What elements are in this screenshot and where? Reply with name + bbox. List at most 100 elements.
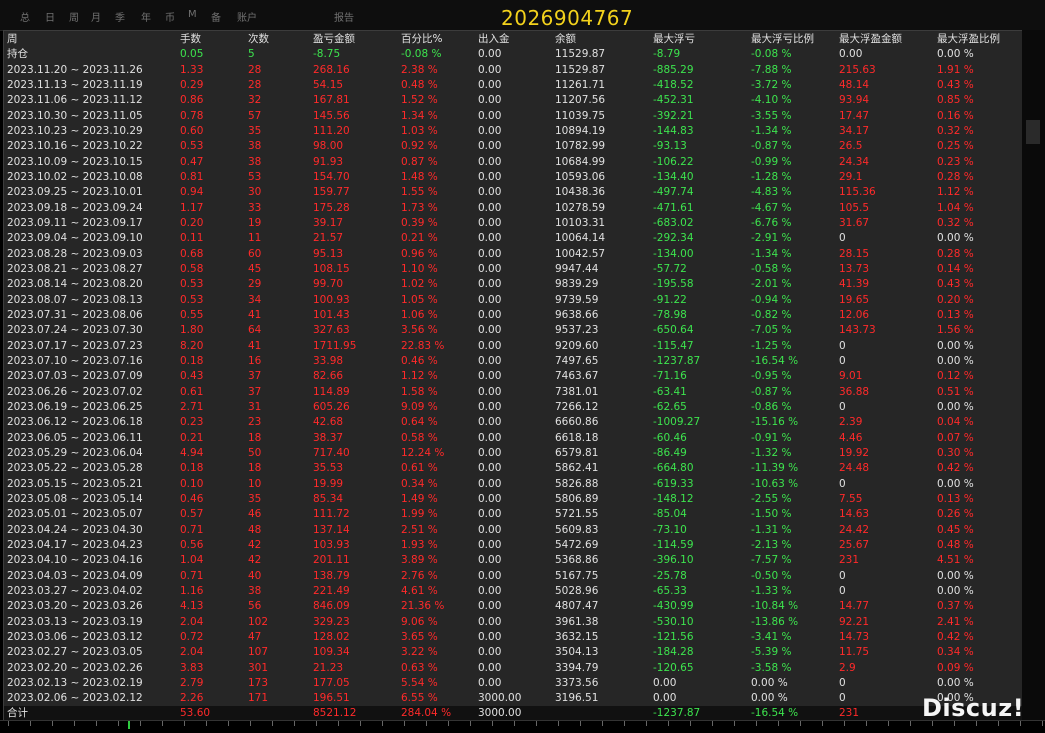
cell-deposit: 0.00 [478, 631, 502, 643]
toolbar-tab[interactable]: 月 [91, 9, 101, 24]
cell-max-float-profit-pct: 0.00 % [937, 478, 974, 490]
cell-deposit: 0.00 [478, 370, 502, 382]
cell-pnl: 108.15 [313, 263, 350, 275]
cell-week: 2023.03.06 ~ 2023.03.12 [7, 631, 143, 643]
cell-balance: 3394.79 [555, 662, 599, 674]
cell-pct: 0.34 % [401, 478, 438, 490]
ruler-tick [734, 721, 735, 726]
table-header[interactable]: 周 手数 次数 盈亏金额 百分比% 出入金 余额 最大浮亏 最大浮亏比例 最大浮盈金额 最大浮盈比例 [4, 32, 1022, 47]
cell-max-float-profit: 9.01 [839, 370, 863, 382]
cell-balance: 7266.12 [555, 401, 599, 413]
ruler-tick [96, 721, 97, 726]
cell-max-float-profit-pct: 0.09 % [937, 662, 974, 674]
cell-lots: 0.18 [180, 355, 204, 367]
cell-lots: 0.53 [180, 140, 204, 152]
column-header-deposit[interactable]: 出入金 [478, 32, 510, 47]
cell-trades: 16 [248, 355, 262, 367]
cell-balance: 11529.87 [555, 48, 606, 61]
cell-lots: 0.18 [180, 462, 204, 474]
column-header-pnl[interactable]: 盈亏金额 [313, 32, 355, 47]
cell-pct: 1.48 % [401, 171, 438, 183]
cell-lots: 8.20 [180, 340, 204, 352]
cell-trades: 60 [248, 248, 262, 260]
table-row: 2023.08.21 ~ 2023.08.27 0.58 45 108.15 1.10 … [4, 262, 1022, 277]
table-row: 2023.04.24 ~ 2023.04.30 0.71 48 137.14 2.51 … [4, 523, 1022, 538]
table-row: 2023.07.24 ~ 2023.07.30 1.80 64 327.63 3.56 … [4, 323, 1022, 338]
cell-max-dd: -134.00 [653, 248, 694, 260]
column-header-max-float-profit[interactable]: 最大浮盈金额 [839, 32, 902, 47]
cell-max-dd-pct: -16.54 % [751, 355, 799, 367]
cell-deposit: 3000.00 [478, 707, 522, 719]
toolbar-tab[interactable]: 币 [165, 9, 175, 24]
cell-max-float-profit: 2.9 [839, 662, 856, 674]
toolbar-tab[interactable]: 日 [45, 9, 55, 24]
column-header-max-float-profit-pct[interactable]: 最大浮盈比例 [937, 32, 1000, 47]
table-row: 2023.07.31 ~ 2023.08.06 0.55 41 101.43 1.06 … [4, 308, 1022, 323]
cell-max-dd: -430.99 [653, 600, 694, 612]
cell-week: 2023.08.28 ~ 2023.09.03 [7, 248, 143, 260]
discuz-logo: Discuz! [922, 694, 1025, 722]
cell-max-dd: -121.56 [653, 631, 694, 643]
cell-max-dd-pct: -3.55 % [751, 110, 792, 122]
cell-deposit: 3000.00 [478, 692, 522, 704]
cell-pnl: 85.34 [313, 493, 344, 505]
column-header-trades[interactable]: 次数 [248, 32, 269, 47]
column-header-balance[interactable]: 余额 [555, 32, 576, 47]
cell-deposit: 0.00 [478, 570, 502, 582]
toolbar-tab[interactable]: 备 [211, 9, 221, 24]
cell-trades: 64 [248, 324, 262, 336]
toolbar-tab[interactable]: 账户 [237, 9, 257, 24]
cell-deposit: 0.00 [478, 309, 502, 321]
cell-pct: 5.54 % [401, 677, 438, 689]
cell-max-float-profit: 0 [839, 692, 846, 704]
cell-max-dd: -885.29 [653, 64, 694, 76]
toolbar-tab[interactable]: 总 [20, 9, 30, 24]
cell-pnl: 145.56 [313, 110, 350, 122]
cell-balance: 10103.31 [555, 217, 606, 229]
cell-deposit: 0.00 [478, 524, 502, 536]
table-row: 2023.05.08 ~ 2023.05.14 0.46 35 85.34 1.49 %… [4, 492, 1022, 507]
scrollbar-thumb[interactable] [1026, 120, 1040, 144]
cell-week: 2023.06.12 ~ 2023.06.18 [7, 416, 143, 428]
cell-deposit: 0.00 [478, 248, 502, 260]
table-row: 2023.10.23 ~ 2023.10.29 0.60 35 111.20 1.03 … [4, 124, 1022, 139]
ruler-tick [382, 721, 383, 726]
cell-max-float-profit-pct: 0.37 % [937, 600, 974, 612]
ruler-tick [250, 721, 251, 726]
toolbar-tab[interactable]: 季 [115, 9, 125, 24]
cell-lots: 0.68 [180, 248, 204, 260]
cell-week: 2023.10.02 ~ 2023.10.08 [7, 171, 143, 183]
table-row: 2023.08.28 ~ 2023.09.03 0.68 60 95.13 0.96 %… [4, 247, 1022, 262]
toolbar-tab[interactable]: 周 [69, 9, 79, 24]
cell-deposit: 0.00 [478, 478, 502, 490]
toolbar-tab[interactable]: M [188, 9, 197, 20]
cell-max-dd: -73.10 [653, 524, 687, 536]
cell-lots: 0.71 [180, 524, 204, 536]
column-header-max-dd-pct[interactable]: 最大浮亏比例 [751, 32, 814, 47]
cell-deposit: 0.00 [478, 324, 502, 336]
ruler-tick [888, 721, 889, 726]
column-header-lots[interactable]: 手数 [180, 32, 201, 47]
column-header-week[interactable]: 周 [7, 32, 18, 47]
column-header-pct[interactable]: 百分比% [401, 32, 442, 47]
cell-max-float-profit-pct: 0.34 % [937, 646, 974, 658]
cell-balance: 10438.36 [555, 186, 606, 198]
cell-trades: 56 [248, 600, 262, 612]
cell-max-float-profit: 41.39 [839, 278, 870, 290]
cell-deposit: 0.00 [478, 600, 502, 612]
column-header-max-dd[interactable]: 最大浮亏 [653, 32, 695, 47]
cell-lots: 0.20 [180, 217, 204, 229]
cell-pct: 9.09 % [401, 401, 438, 413]
cell-pnl: 177.05 [313, 677, 350, 689]
toolbar-tab[interactable]: 报告 [334, 9, 354, 24]
cell-balance: 7463.67 [555, 370, 599, 382]
table-holding-row: 持仓 0.05 5 -8.75 -0.08 % 0.00 11529.87 -8.79 -0.0… [4, 47, 1022, 62]
table-total-row: 合计 53.60 8521.12 284.04 % 3000.00 -1237.87 -16… [4, 706, 1022, 721]
cell-deposit: 0.00 [478, 294, 502, 306]
toolbar-tab[interactable]: 年 [141, 9, 151, 24]
cell-balance: 10064.14 [555, 232, 606, 244]
cell-max-float-profit-pct: 0.25 % [937, 140, 974, 152]
cell-balance: 9839.29 [555, 278, 599, 290]
cell-lots: 53.60 [180, 707, 211, 719]
cell-week: 2023.03.27 ~ 2023.04.02 [7, 585, 143, 597]
